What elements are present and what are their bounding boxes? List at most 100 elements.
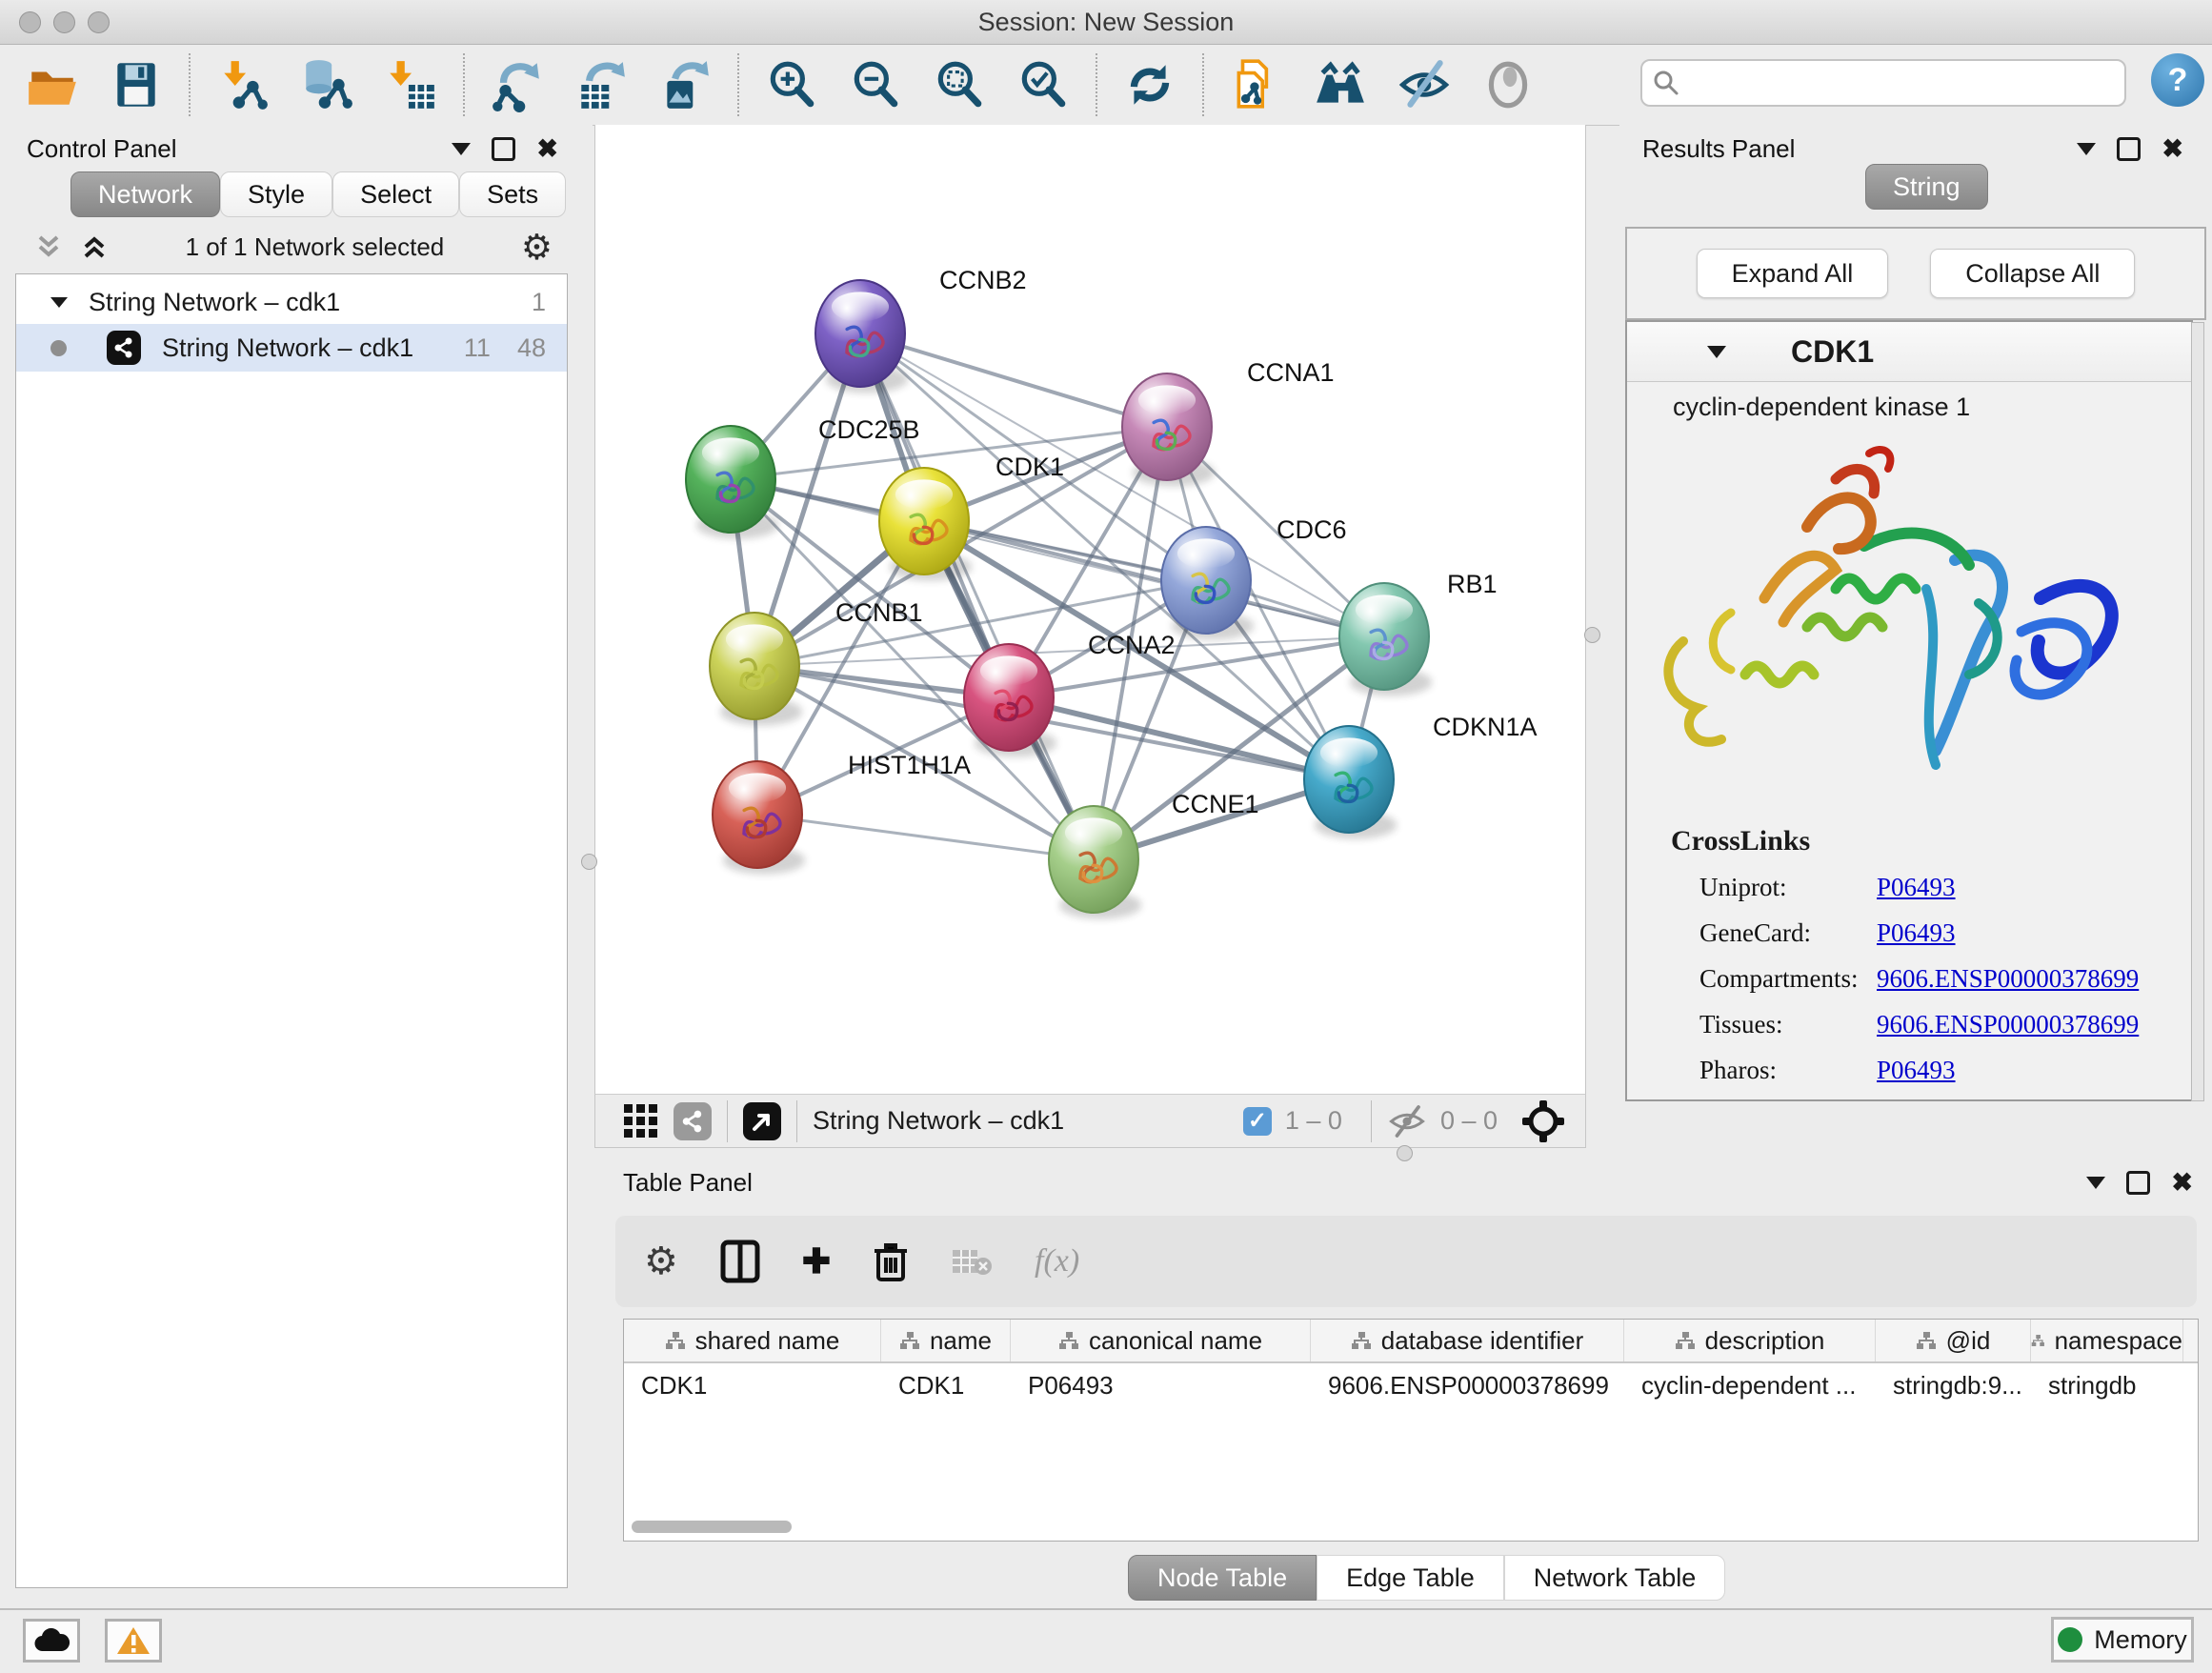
table-options-gear-icon[interactable]: ⚙ — [644, 1242, 678, 1280]
tab-style[interactable]: Style — [220, 171, 332, 217]
tab-node-table[interactable]: Node Table — [1128, 1555, 1317, 1601]
crosslink-uniprot-link[interactable]: P06493 — [1877, 873, 1956, 902]
delete-column-trash-icon[interactable] — [873, 1240, 909, 1283]
birdseye-crosshair-icon[interactable] — [1520, 1099, 1566, 1144]
column-header[interactable]: shared name — [624, 1320, 881, 1361]
column-header[interactable]: description — [1624, 1320, 1876, 1361]
show-columns-icon[interactable] — [720, 1240, 760, 1283]
crosslink-tissues-link[interactable]: 9606.ENSP00000378699 — [1877, 1010, 2139, 1039]
warnings-button[interactable] — [105, 1619, 162, 1663]
toolbar-separator — [727, 1100, 728, 1142]
expand-all-networks-icon[interactable] — [80, 233, 109, 260]
network-graph[interactable]: CCNB2CCNA1CDC25BCDK1CDC6RB1CCNB1CCNA2CDK… — [595, 125, 1583, 1092]
network-edge[interactable] — [860, 333, 1094, 859]
export-image-icon[interactable] — [657, 57, 713, 112]
zoom-fit-icon[interactable] — [932, 57, 987, 112]
duplicate-network-icon[interactable] — [1229, 57, 1284, 112]
hide-selected-icon[interactable] — [1397, 57, 1452, 112]
network-row[interactable]: String Network – cdk1 11 48 — [16, 324, 567, 372]
column-header[interactable]: name — [881, 1320, 1011, 1361]
table-cell[interactable]: stringdb — [2031, 1363, 2183, 1407]
title-bar: Session: New Session — [0, 0, 2212, 45]
horizontal-splitter-handle[interactable] — [1397, 1145, 1413, 1161]
network-view-title: String Network – cdk1 — [813, 1106, 1064, 1136]
table-cell[interactable]: 9606.ENSP00000378699 — [1311, 1363, 1624, 1407]
column-header[interactable]: canonical name — [1011, 1320, 1311, 1361]
network-edge[interactable] — [757, 815, 1094, 859]
tab-select[interactable]: Select — [332, 171, 459, 217]
crosslink-label: GeneCard: — [1699, 918, 1811, 948]
node-label-CDC25B: CDC25B — [818, 415, 920, 444]
crosslink-compartments-link[interactable]: 9606.ENSP00000378699 — [1877, 964, 2139, 994]
float-panel-icon[interactable] — [2117, 137, 2141, 161]
memory-button[interactable]: Memory — [2051, 1617, 2194, 1663]
results-scrollbar[interactable] — [2191, 322, 2204, 1101]
float-panel-icon[interactable] — [492, 137, 515, 161]
show-all-icon[interactable] — [1480, 57, 1536, 112]
table-cell[interactable]: stringdb:9... — [1876, 1363, 2031, 1407]
import-network-from-database-icon[interactable] — [299, 57, 354, 112]
save-session-icon[interactable] — [109, 57, 164, 112]
first-neighbors-icon[interactable] — [1313, 57, 1368, 112]
zoom-out-icon[interactable] — [848, 57, 903, 112]
add-column-icon[interactable]: ✚ — [802, 1241, 831, 1281]
table-cell[interactable]: P06493 — [1011, 1363, 1311, 1407]
collapse-panel-icon[interactable] — [452, 143, 471, 155]
export-network-icon[interactable] — [490, 57, 545, 112]
collapse-all-networks-icon[interactable] — [34, 233, 63, 260]
open-session-icon[interactable] — [25, 57, 80, 112]
table-cell[interactable]: CDK1 — [624, 1363, 881, 1407]
tab-edge-table[interactable]: Edge Table — [1317, 1555, 1504, 1601]
grid-view-icon[interactable] — [622, 1102, 660, 1140]
refresh-layout-icon[interactable] — [1122, 57, 1177, 112]
zoom-selected-icon[interactable] — [1016, 57, 1071, 112]
help-button[interactable]: ? — [2151, 53, 2204, 107]
table-panel-title: Table Panel — [623, 1168, 753, 1198]
vertical-splitter-handle[interactable] — [1584, 627, 1600, 643]
float-panel-icon[interactable] — [2126, 1171, 2150, 1195]
toolbar-separator — [796, 1100, 797, 1142]
tab-string[interactable]: String — [1865, 164, 1988, 210]
crosslink-pharos-link[interactable]: P06493 — [1877, 1056, 1956, 1085]
toolbar-search-field[interactable] — [1640, 59, 2126, 107]
close-panel-icon[interactable]: ✖ — [2171, 1170, 2193, 1196]
results-panel-title: Results Panel — [1642, 134, 1795, 164]
collapse-panel-icon[interactable] — [2086, 1177, 2105, 1189]
column-header[interactable]: @id — [1876, 1320, 2031, 1361]
selected-checkbox-icon[interactable]: ✓ — [1243, 1107, 1272, 1136]
network-collection-row[interactable]: String Network – cdk1 1 — [16, 280, 567, 324]
network-canvas[interactable]: CCNB2CCNA1CDC25BCDK1CDC6RB1CCNB1CCNA2CDK… — [594, 125, 1586, 1094]
close-panel-icon[interactable]: ✖ — [2162, 136, 2183, 162]
protein-card-header[interactable]: CDK1 — [1627, 322, 2191, 382]
zoom-in-icon[interactable] — [764, 57, 819, 112]
network-options-gear-icon[interactable]: ⚙ — [521, 230, 553, 265]
column-header[interactable]: namespace — [2031, 1320, 2183, 1361]
tab-sets[interactable]: Sets — [459, 171, 566, 217]
table-cell[interactable]: CDK1 — [881, 1363, 1011, 1407]
detach-view-icon[interactable] — [743, 1102, 781, 1140]
expand-all-button[interactable]: Expand All — [1697, 249, 1889, 298]
protein-expand-icon[interactable] — [1707, 346, 1726, 358]
import-table-icon[interactable] — [383, 57, 438, 112]
network-edge-count: 48 — [517, 333, 546, 363]
tab-network[interactable]: Network — [70, 171, 220, 217]
cloud-status-button[interactable] — [23, 1619, 80, 1663]
column-type-icon — [1675, 1331, 1696, 1350]
table-hscrollbar[interactable] — [632, 1521, 792, 1533]
collection-expand-icon[interactable] — [50, 297, 68, 308]
import-network-icon[interactable] — [215, 57, 271, 112]
column-header[interactable]: database identifier — [1311, 1320, 1624, 1361]
table-cell[interactable]: cyclin-dependent ... — [1624, 1363, 1876, 1407]
close-panel-icon[interactable]: ✖ — [536, 136, 558, 162]
network-view-share-icon[interactable] — [674, 1102, 712, 1140]
collapse-all-button[interactable]: Collapse All — [1930, 249, 2135, 298]
table-row[interactable]: CDK1CDK1P064939606.ENSP00000378699cyclin… — [624, 1363, 2198, 1407]
crosslink-genecard-link[interactable]: P06493 — [1877, 918, 1956, 948]
network-name: String Network – cdk1 — [162, 333, 413, 363]
tab-network-table[interactable]: Network Table — [1504, 1555, 1726, 1601]
node-table: shared namenamecanonical namedatabase id… — [623, 1319, 2199, 1542]
control-panel-title: Control Panel — [27, 134, 177, 164]
vertical-splitter-handle[interactable] — [581, 854, 597, 870]
export-table-icon[interactable] — [573, 57, 629, 112]
collapse-panel-icon[interactable] — [2077, 143, 2096, 155]
